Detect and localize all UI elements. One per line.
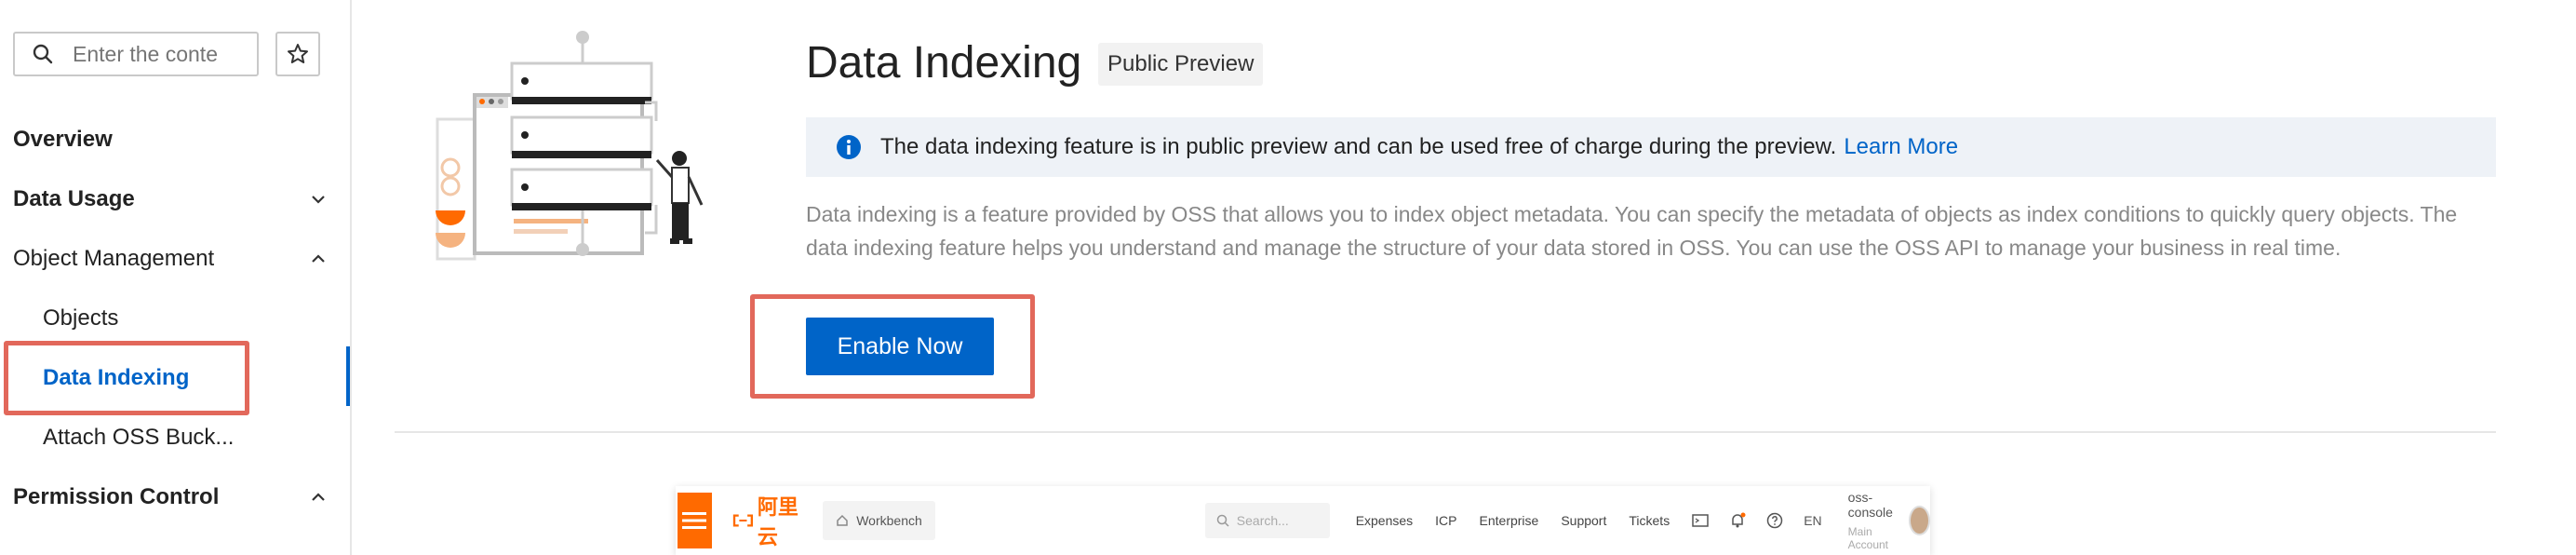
- terminal-icon: [1692, 514, 1709, 527]
- sidebar-item-label: Data Usage: [13, 186, 135, 211]
- console-header-preview: 阿里云 Workbench Search... Expenses ICP Ent…: [676, 486, 1930, 555]
- info-alert: The data indexing feature is in public p…: [806, 117, 2496, 177]
- console-links: Expenses ICP Enterprise Support Tickets: [1356, 513, 1670, 528]
- sidebar-item-label: Permission Control: [13, 484, 220, 509]
- aliyun-logo: 阿里云: [732, 491, 798, 550]
- favorite-button[interactable]: [275, 32, 320, 76]
- sidebar-item-label: Attach OSS Buck...: [43, 425, 235, 450]
- console-search: Search...: [1204, 503, 1330, 538]
- active-indicator: [346, 346, 350, 406]
- sidebar-item-attach-oss-bucket[interactable]: Attach OSS Buck...: [43, 419, 322, 456]
- highlight-box: [750, 294, 1035, 399]
- learn-more-link[interactable]: Learn More: [1844, 134, 1958, 160]
- sidebar-search-input[interactable]: [73, 41, 240, 67]
- search-icon: [1216, 514, 1229, 527]
- sidebar-item-overview[interactable]: Overview: [13, 121, 329, 158]
- sidebar-item-label: Object Management: [13, 246, 215, 271]
- console-icons: EN: [1692, 512, 1822, 529]
- home-icon: [837, 514, 848, 526]
- sidebar-item-permission-control[interactable]: Permission Control: [13, 479, 329, 516]
- console-search-placeholder: Search...: [1236, 513, 1289, 528]
- hamburger-menu-button: [678, 493, 712, 548]
- account-name: oss-console: [1847, 490, 1893, 520]
- avatar: [1908, 506, 1930, 535]
- account-info: oss-console Main Account: [1848, 490, 1896, 551]
- aliyun-logo-text: 阿里云: [757, 495, 798, 548]
- help-icon: [1766, 512, 1783, 529]
- sidebar: Overview Data Usage Object Management Ob…: [0, 0, 352, 555]
- language-switch: EN: [1804, 513, 1822, 528]
- page-title: Data Indexing: [806, 38, 1082, 88]
- console-link-tickets: Tickets: [1629, 513, 1670, 528]
- sidebar-item-data-usage[interactable]: Data Usage: [13, 181, 329, 218]
- workbench-label: Workbench: [856, 513, 922, 528]
- feature-description: Data indexing is a feature provided by O…: [806, 202, 2458, 260]
- info-icon: [837, 135, 861, 159]
- data-indexing-illustration: [436, 31, 704, 261]
- bell-icon: [1732, 512, 1746, 528]
- console-link-icp: ICP: [1435, 513, 1457, 528]
- console-link-expenses: Expenses: [1355, 513, 1414, 528]
- chevron-up-icon: [312, 254, 325, 263]
- highlight-box: [4, 341, 249, 415]
- sidebar-item-object-management[interactable]: Object Management: [13, 240, 329, 278]
- menu-icon: [682, 512, 707, 529]
- console-link-support: Support: [1561, 513, 1607, 528]
- aliyun-logo-icon: [732, 514, 754, 527]
- sidebar-item-objects[interactable]: Objects: [43, 300, 322, 337]
- info-alert-text: The data indexing feature is in public p…: [880, 134, 1837, 159]
- console-link-enterprise: Enterprise: [1479, 513, 1539, 528]
- sidebar-item-label: Objects: [43, 305, 119, 331]
- sidebar-divider: [350, 0, 352, 555]
- section-divider: [395, 431, 2496, 433]
- star-icon: [288, 44, 308, 63]
- workbench-button: Workbench: [823, 501, 935, 540]
- account-type: Main Account: [1847, 525, 1889, 551]
- public-preview-badge: Public Preview: [1098, 43, 1264, 86]
- chevron-down-icon: [312, 196, 325, 204]
- chevron-up-icon: [312, 493, 325, 501]
- search-icon: [33, 44, 53, 64]
- sidebar-search[interactable]: [13, 32, 259, 76]
- sidebar-item-label: Overview: [13, 127, 113, 152]
